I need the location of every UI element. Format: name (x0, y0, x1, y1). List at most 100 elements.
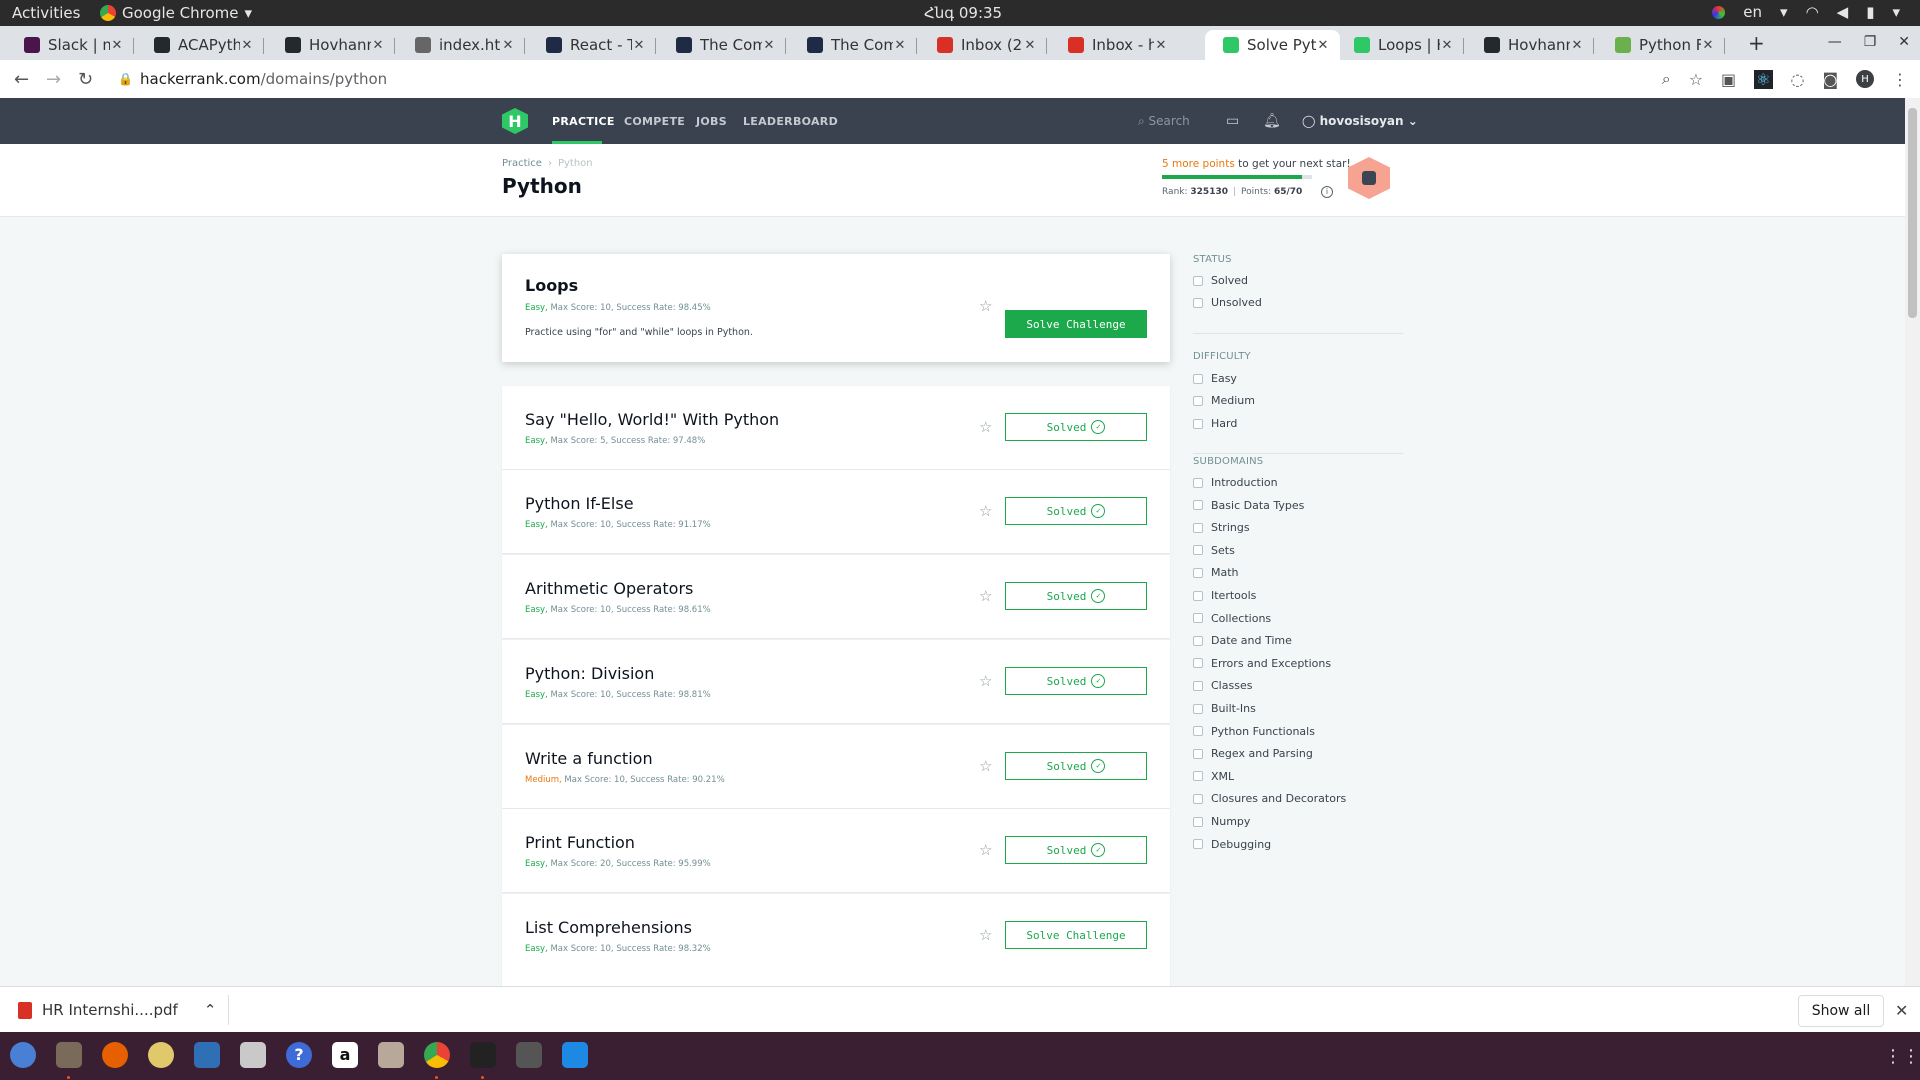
tab-close-icon[interactable]: ✕ (501, 38, 515, 53)
filter-checkbox[interactable] (1193, 590, 1203, 601)
zoom-icon[interactable]: ⌕ (1662, 69, 1671, 89)
solved-button[interactable]: Solved ✓ (1005, 582, 1147, 610)
thunderbird-icon[interactable] (10, 1042, 36, 1068)
chrome-icon[interactable] (424, 1042, 450, 1068)
download-item[interactable]: HR Internshi....pdf ⌃ (18, 1001, 216, 1019)
filter-checkbox[interactable] (1193, 418, 1203, 429)
filter-checkbox[interactable] (1193, 567, 1203, 578)
challenge-title[interactable]: Arithmetic Operators (525, 579, 693, 598)
nav-leaderboard[interactable]: LEADERBOARD (743, 115, 838, 128)
browser-tab[interactable]: index.htm✕ (397, 30, 525, 60)
amazon-icon[interactable]: a (332, 1042, 358, 1068)
tab-close-icon[interactable]: ✕ (762, 38, 776, 53)
bookmark-star-icon[interactable]: ☆ (979, 841, 992, 859)
python-badge[interactable] (1348, 157, 1390, 199)
wifi-icon[interactable]: ◠ (1806, 3, 1819, 21)
files-icon[interactable] (56, 1042, 82, 1068)
browser-tab[interactable]: Loops | Ha✕ (1336, 30, 1464, 60)
filter-checkbox[interactable] (1193, 477, 1203, 488)
activities-button[interactable]: Activities (12, 4, 80, 22)
app-menu[interactable]: Google Chrome ▾ (100, 4, 252, 22)
filter-option[interactable]: Sets (1193, 544, 1235, 557)
terminal-icon[interactable] (470, 1042, 496, 1068)
filter-option[interactable]: Errors and Exceptions (1193, 657, 1331, 670)
extension-icon[interactable]: ▣ (1721, 70, 1736, 89)
tab-close-icon[interactable]: ✕ (632, 38, 646, 53)
chevron-up-icon[interactable]: ⌃ (204, 1001, 217, 1019)
filter-option[interactable]: Solved (1193, 274, 1248, 287)
challenge-title[interactable]: Say "Hello, World!" With Python (525, 410, 779, 429)
volume-icon[interactable]: ◀ (1837, 3, 1849, 21)
tab-close-icon[interactable]: ✕ (1440, 38, 1454, 53)
browser-tab[interactable]: Inbox - ho✕ (1050, 30, 1178, 60)
challenge-title[interactable]: Python: Division (525, 664, 654, 683)
forward-arrow-icon[interactable]: → (46, 69, 61, 90)
tab-close-icon[interactable]: ✕ (240, 38, 254, 53)
hackerrank-logo[interactable]: H (502, 108, 528, 134)
filter-option[interactable]: Collections (1193, 612, 1271, 625)
filter-checkbox[interactable] (1193, 703, 1203, 714)
filter-option[interactable]: Closures and Decorators (1193, 792, 1346, 805)
filter-option[interactable]: Classes (1193, 679, 1252, 692)
breadcrumb-practice[interactable]: Practice (502, 158, 542, 169)
system-clock[interactable]: Հնգ 09:35 (924, 4, 1002, 22)
filter-checkbox[interactable] (1193, 680, 1203, 691)
browser-tab[interactable]: Hovhanne✕ (1466, 30, 1594, 60)
filter-checkbox[interactable] (1193, 839, 1203, 850)
back-arrow-icon[interactable]: ← (14, 69, 29, 90)
solve-challenge-button[interactable]: Solve Challenge (1005, 921, 1147, 949)
rhythmbox-icon[interactable] (148, 1042, 174, 1068)
close-icon[interactable]: ✕ (1898, 34, 1910, 50)
browser-tab[interactable]: The Comp✕ (658, 30, 786, 60)
filter-checkbox[interactable] (1193, 373, 1203, 384)
info-icon[interactable]: i (1321, 186, 1333, 198)
filter-checkbox[interactable] (1193, 793, 1203, 804)
filter-checkbox[interactable] (1193, 748, 1203, 759)
extension-off-icon[interactable]: ◙ (1822, 70, 1838, 89)
address-bar[interactable]: hackerrank.com/domains/python (140, 70, 387, 88)
bookmark-star-icon[interactable]: ☆ (979, 297, 992, 315)
filter-option[interactable]: Basic Data Types (1193, 499, 1304, 512)
browser-tab[interactable]: Inbox (2) -✕ (919, 30, 1047, 60)
challenge-title[interactable]: List Comprehensions (525, 918, 692, 937)
browser-tab[interactable]: Slack | mo✕ (6, 30, 134, 60)
bookmark-star-icon[interactable]: ☆ (979, 418, 992, 436)
challenge-title[interactable]: Write a function (525, 749, 653, 768)
scrollbar-thumb[interactable] (1908, 108, 1917, 318)
more-menu-icon[interactable]: ⋮ (1892, 70, 1908, 89)
filter-option[interactable]: Hard (1193, 417, 1237, 430)
clipboard-icon[interactable] (240, 1042, 266, 1068)
filter-checkbox[interactable] (1193, 613, 1203, 624)
reload-icon[interactable]: ↻ (78, 69, 93, 90)
challenge-card[interactable]: Write a function Medium, Max Score: 10, S… (502, 725, 1170, 808)
filter-option[interactable]: Medium (1193, 394, 1255, 407)
bookmark-star-icon[interactable]: ☆ (979, 926, 992, 944)
extension-icon[interactable]: ◌ (1791, 70, 1805, 89)
solved-button[interactable]: Solved ✓ (1005, 836, 1147, 864)
messages-icon[interactable]: ▭ (1226, 113, 1239, 129)
language-indicator[interactable]: en (1743, 3, 1762, 21)
extension-react-icon[interactable]: ⚛ (1754, 69, 1773, 89)
tab-close-icon[interactable]: ✕ (1316, 38, 1330, 53)
bookmark-star-icon[interactable]: ☆ (1689, 70, 1703, 89)
close-icon[interactable]: ✕ (1895, 1001, 1908, 1020)
browser-tab[interactable]: React - Th✕ (528, 30, 656, 60)
filter-option[interactable]: Math (1193, 566, 1239, 579)
filter-option[interactable]: Easy (1193, 372, 1237, 385)
tab-close-icon[interactable]: ✕ (1154, 38, 1168, 53)
vscode-icon[interactable] (562, 1042, 588, 1068)
writer-icon[interactable] (194, 1042, 220, 1068)
filter-checkbox[interactable] (1193, 395, 1203, 406)
filter-checkbox[interactable] (1193, 658, 1203, 669)
browser-tab[interactable]: Solve Pyth✕ (1205, 30, 1340, 60)
app-grid-icon[interactable]: ⋮⋮⋮ (1884, 1046, 1920, 1067)
filter-checkbox[interactable] (1193, 771, 1203, 782)
nav-compete[interactable]: COMPETE (624, 115, 685, 128)
solved-button[interactable]: Solved ✓ (1005, 752, 1147, 780)
browser-tab[interactable]: The Comp✕ (789, 30, 917, 60)
search-input[interactable]: ⌕ Search (1138, 114, 1190, 129)
challenge-card[interactable]: Say "Hello, World!" With Python Easy, Max… (502, 386, 1170, 469)
tab-close-icon[interactable]: ✕ (371, 38, 385, 53)
challenge-card[interactable]: Arithmetic Operators Easy, Max Score: 10,… (502, 555, 1170, 638)
video-editor-icon[interactable] (516, 1042, 542, 1068)
